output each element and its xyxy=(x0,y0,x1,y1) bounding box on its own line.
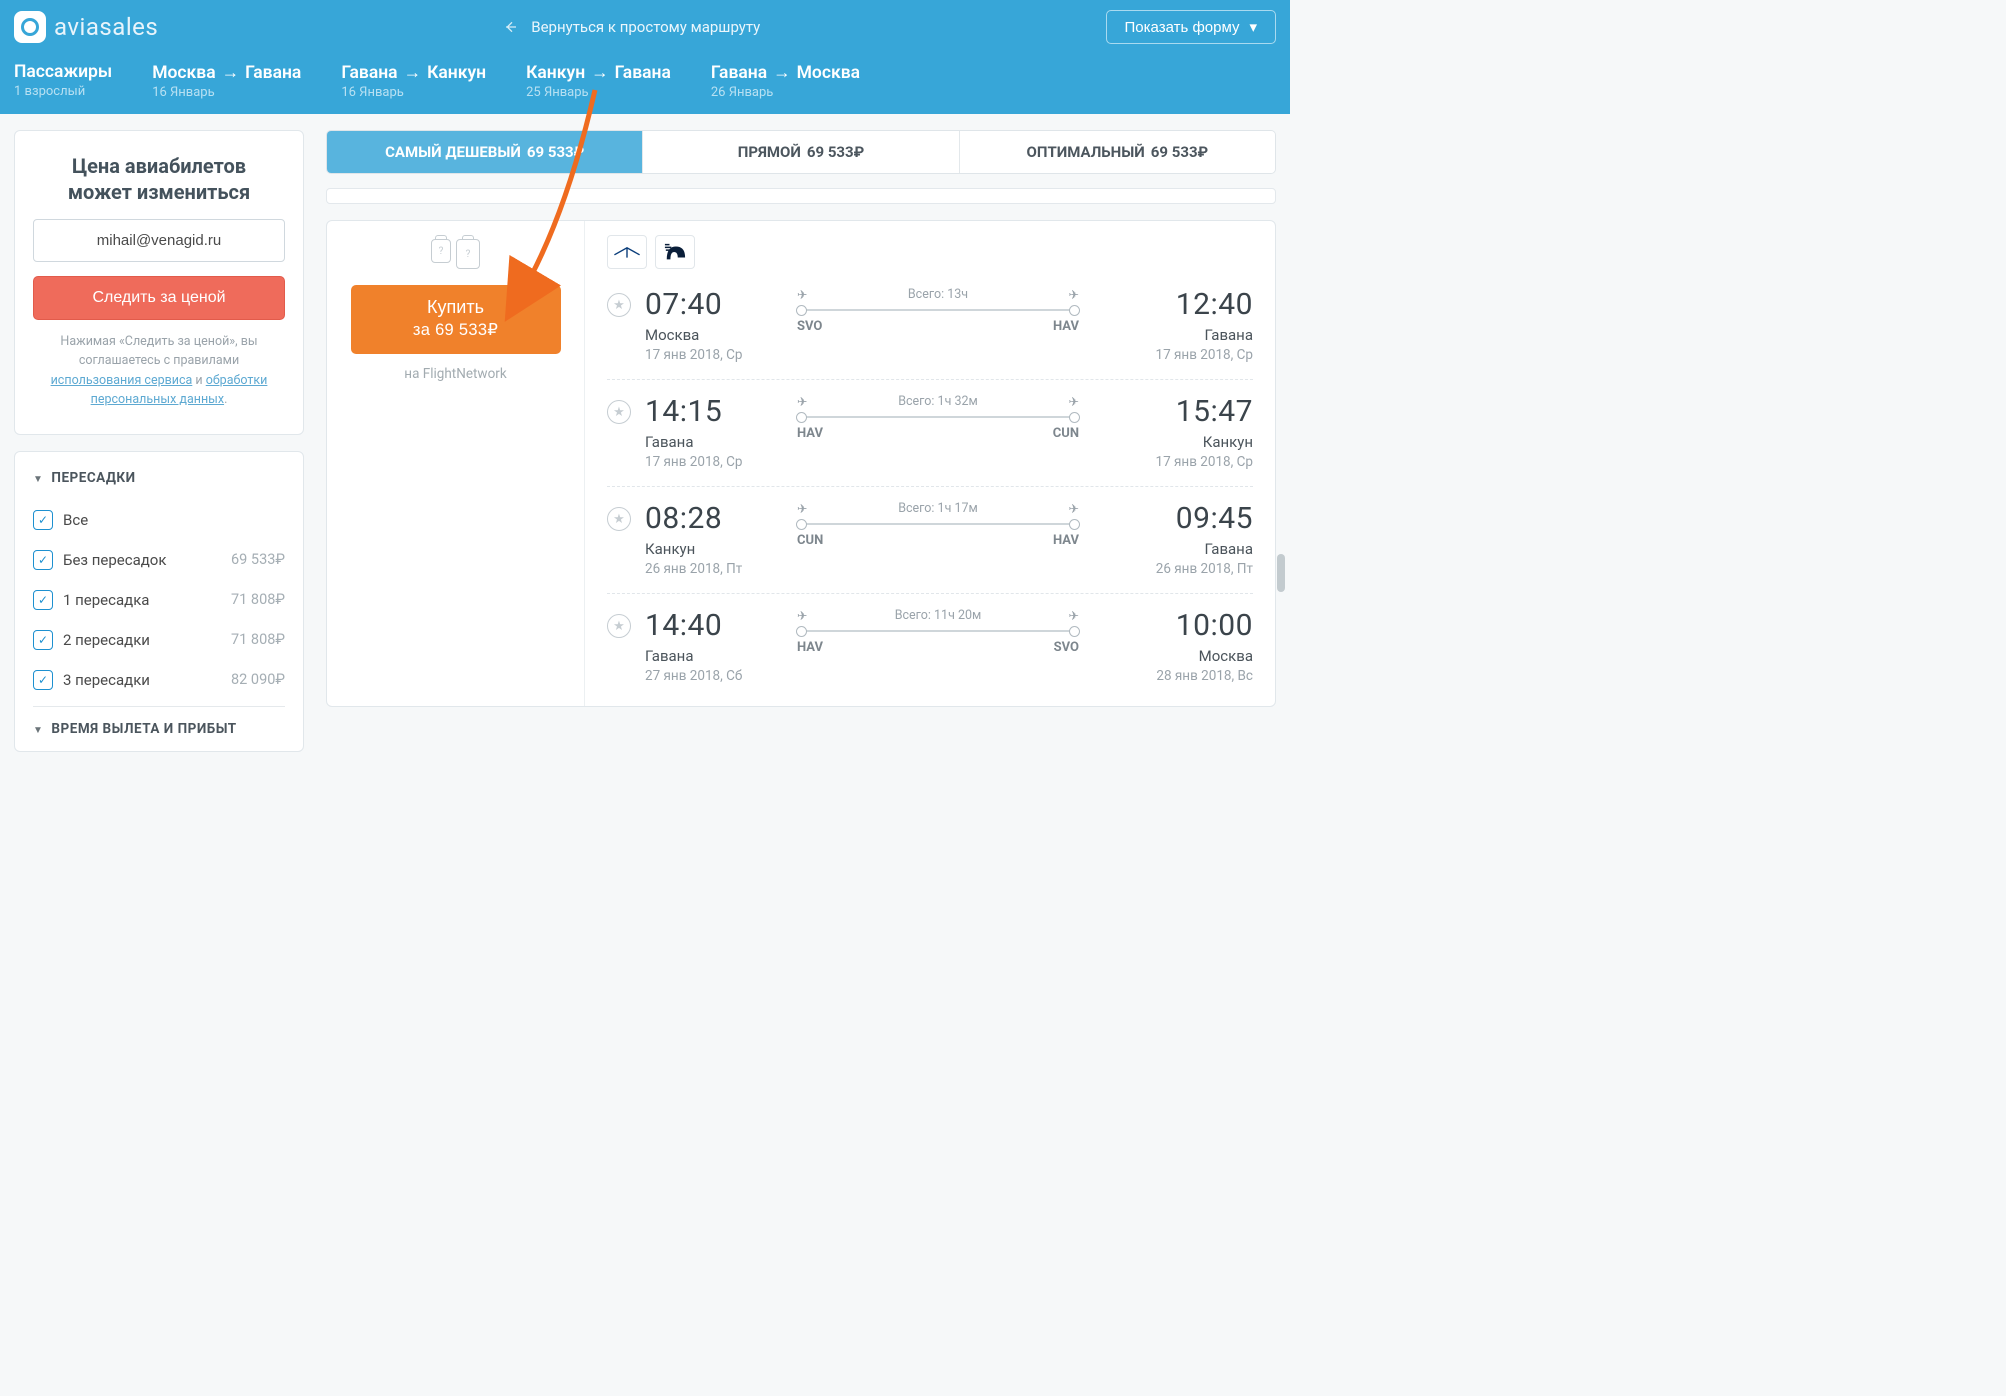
route-line xyxy=(797,309,1079,311)
cabin-bag-icon: ? xyxy=(431,239,451,263)
passengers-block[interactable]: Пассажиры 1 взрослый xyxy=(14,62,112,100)
filter-row[interactable]: ✓ 2 пересадки 71 808₽ xyxy=(33,620,285,660)
tab-optimal[interactable]: ОПТИМАЛЬНЫЙ69 533₽ xyxy=(960,131,1275,173)
scrollbar-thumb[interactable] xyxy=(1277,554,1285,592)
route-segment[interactable]: Москва→Гавана 16 Январь xyxy=(152,62,301,100)
airline-logos xyxy=(607,229,1253,273)
dep-date: 17 янв 2018, Ср xyxy=(645,347,773,363)
pin-icon[interactable]: ★ xyxy=(607,400,631,424)
checkbox-icon: ✓ xyxy=(33,630,53,650)
arr-city: Гавана xyxy=(1103,326,1253,344)
header: aviasales Вернуться к простому маршруту … xyxy=(0,0,1290,114)
triangle-down-icon: ▼ xyxy=(33,474,43,485)
track-price-button[interactable]: Следить за ценой xyxy=(33,276,285,320)
filter-time-title[interactable]: ▼ВРЕМЯ ВЫЛЕТА И ПРИБЫТ xyxy=(33,721,285,737)
takeoff-icon: ✈ xyxy=(797,287,807,303)
filter-row[interactable]: ✓ Все xyxy=(33,500,285,540)
logo-icon xyxy=(14,11,46,43)
checked-bag-icon: ? xyxy=(456,239,480,269)
flight-segment: ★ 14:15 Гавана 17 янв 2018, Ср ✈Всего: 1… xyxy=(607,380,1253,487)
logo[interactable]: aviasales xyxy=(14,11,158,43)
brand-name: aviasales xyxy=(54,13,158,41)
sort-tabs: САМЫЙ ДЕШЕВЫЙ69 533₽ ПРЯМОЙ69 533₽ ОПТИМ… xyxy=(326,130,1276,174)
airline-aeroflot-icon xyxy=(607,235,647,269)
checkbox-icon: ✓ xyxy=(33,590,53,610)
sidebar: Цена авиабилетовможет измениться Следить… xyxy=(14,130,304,752)
arr-airport: HAV xyxy=(1053,319,1079,334)
segments-column: ★ 07:40 Москва 17 янв 2018, Ср ✈Всего: 1… xyxy=(585,221,1275,706)
filter-row[interactable]: ✓ Без пересадок 69 533₽ xyxy=(33,540,285,580)
tab-direct[interactable]: ПРЯМОЙ69 533₽ xyxy=(643,131,959,173)
landing-icon: ✈ xyxy=(1069,394,1079,410)
takeoff-icon: ✈ xyxy=(797,608,807,624)
arr-time: 12:40 xyxy=(1103,287,1253,322)
result-card: ? ? Купить за 69 533₽ на FlightNetwork xyxy=(326,220,1276,707)
search-progress xyxy=(326,188,1276,204)
email-field[interactable] xyxy=(33,219,285,262)
buy-column: ? ? Купить за 69 533₽ на FlightNetwork xyxy=(327,221,585,706)
simple-route-link[interactable]: Вернуться к простому маршруту xyxy=(158,18,1105,36)
filter-row[interactable]: ✓ 1 пересадка 71 808₽ xyxy=(33,580,285,620)
filters-card: ▼ПЕРЕСАДКИ ✓ Все ✓ Без пересадок 69 533₽… xyxy=(14,451,304,752)
filter-row[interactable]: ✓ 3 пересадки 82 090₽ xyxy=(33,660,285,700)
takeoff-icon: ✈ xyxy=(797,394,807,410)
pin-icon[interactable]: ★ xyxy=(607,614,631,638)
dep-city: Москва xyxy=(645,326,773,344)
flight-segment: ★ 07:40 Москва 17 янв 2018, Ср ✈Всего: 1… xyxy=(607,273,1253,380)
dep-airport: SVO xyxy=(797,319,822,334)
pin-icon[interactable]: ★ xyxy=(607,507,631,531)
checkbox-icon: ✓ xyxy=(33,510,53,530)
flight-segment: ★ 08:28 Канкун 26 янв 2018, Пт ✈Всего: 1… xyxy=(607,487,1253,594)
legal-text: Нажимая «Следить за ценой», вы соглашает… xyxy=(33,332,285,410)
content: Цена авиабилетовможет измениться Следить… xyxy=(0,114,1290,768)
dep-time: 07:40 xyxy=(645,287,773,322)
show-form-button[interactable]: Показать форму ▾ xyxy=(1106,10,1276,44)
checkbox-icon: ✓ xyxy=(33,670,53,690)
subscribe-card: Цена авиабилетовможет измениться Следить… xyxy=(14,130,304,435)
gate-label: на FlightNetwork xyxy=(341,366,570,382)
filter-stops-title[interactable]: ▼ПЕРЕСАДКИ xyxy=(33,470,285,486)
route-bar: Пассажиры 1 взрослый Москва→Гавана 16 Ян… xyxy=(0,54,1290,114)
arr-date: 17 янв 2018, Ср xyxy=(1103,347,1253,363)
checkbox-icon: ✓ xyxy=(33,550,53,570)
airline-aeromexico-icon xyxy=(655,235,695,269)
tab-cheapest[interactable]: САМЫЙ ДЕШЕВЫЙ69 533₽ xyxy=(327,131,643,173)
landing-icon: ✈ xyxy=(1069,287,1079,303)
chevron-down-icon: ▾ xyxy=(1249,18,1257,36)
route-segment[interactable]: Канкун→Гавана 25 Январь xyxy=(526,62,671,100)
route-segment[interactable]: Гавана→Москва 26 Январь xyxy=(711,62,860,100)
subscribe-title: Цена авиабилетовможет измениться xyxy=(33,153,285,205)
duration: Всего: 13ч xyxy=(807,287,1068,303)
pin-icon[interactable]: ★ xyxy=(607,293,631,317)
route-segment[interactable]: Гавана→Канкун 16 Январь xyxy=(341,62,486,100)
landing-icon: ✈ xyxy=(1069,608,1079,624)
landing-icon: ✈ xyxy=(1069,501,1079,517)
takeoff-icon: ✈ xyxy=(797,501,807,517)
terms-link[interactable]: использования сервиса xyxy=(51,373,193,388)
buy-button[interactable]: Купить за 69 533₽ xyxy=(351,285,561,354)
main-area: САМЫЙ ДЕШЕВЫЙ69 533₽ ПРЯМОЙ69 533₽ ОПТИМ… xyxy=(326,130,1276,707)
flight-segment: ★ 14:40 Гавана 27 янв 2018, Сб ✈Всего: 1… xyxy=(607,594,1253,700)
triangle-down-icon: ▼ xyxy=(33,725,43,736)
